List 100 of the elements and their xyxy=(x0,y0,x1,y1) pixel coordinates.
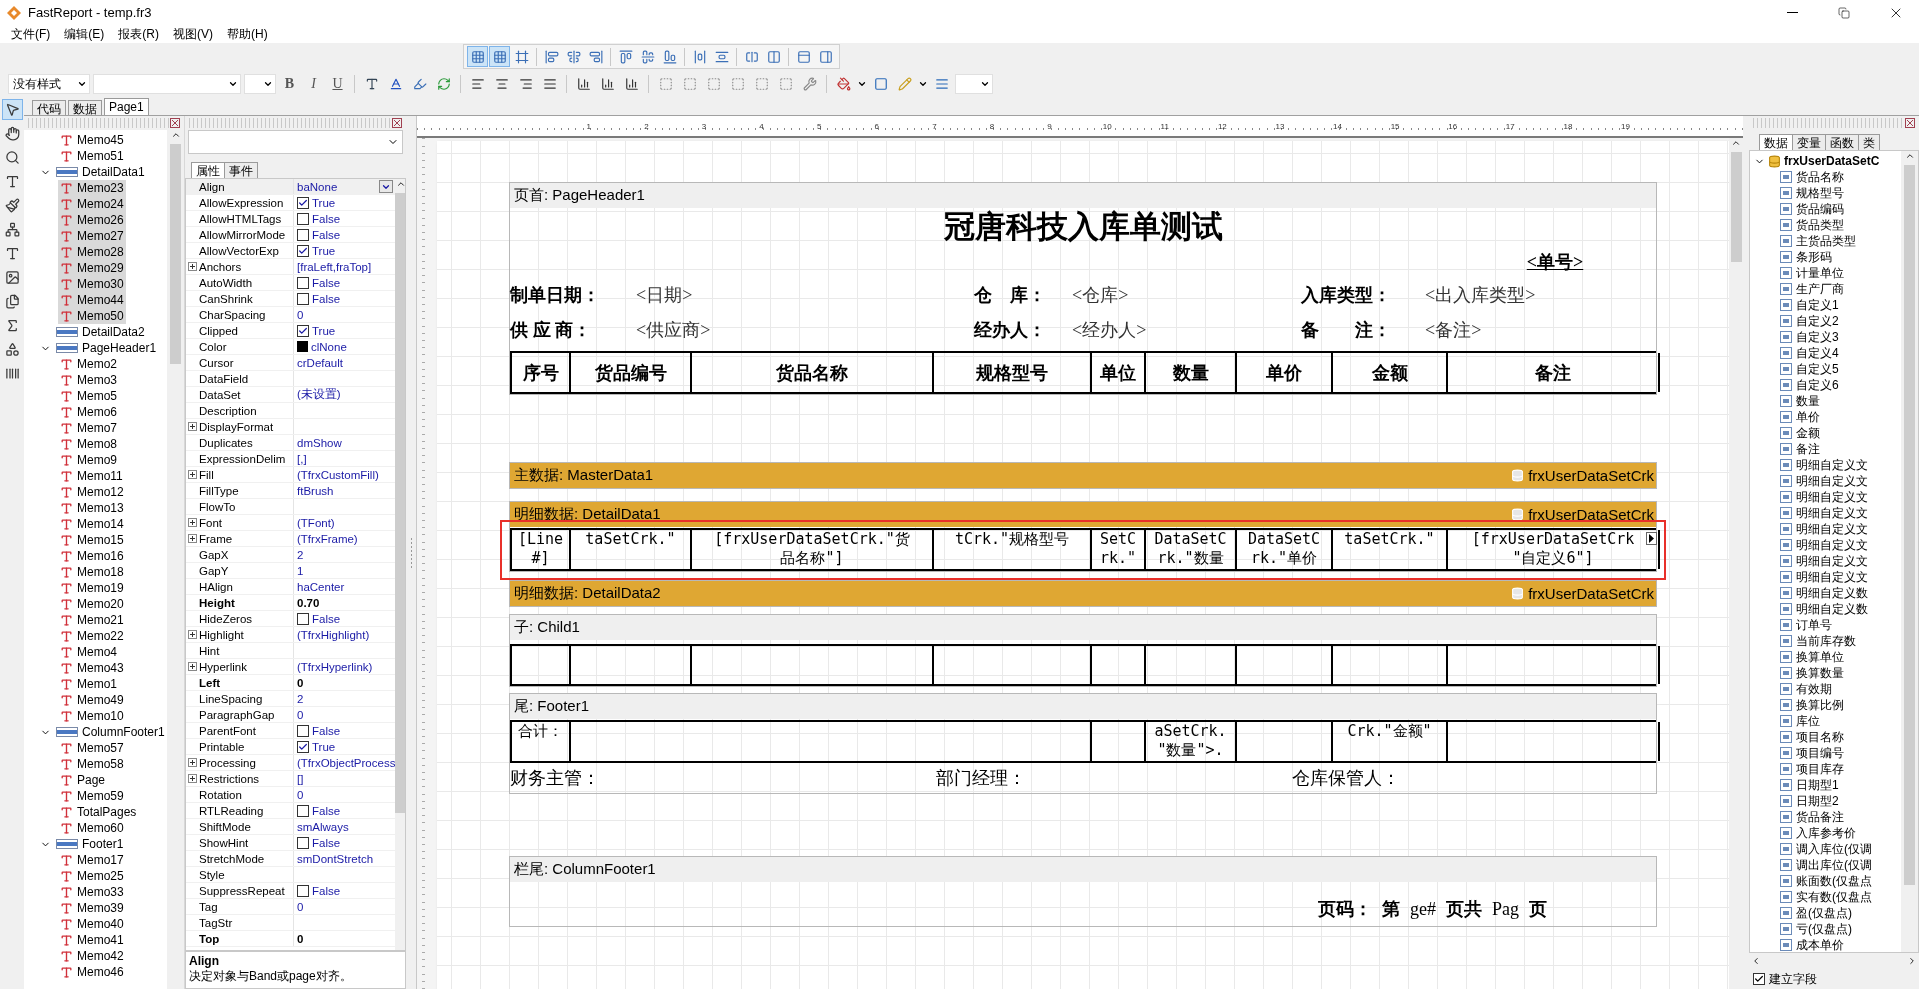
table-cell[interactable]: aSetCrk. "数量">. xyxy=(1146,722,1237,761)
expand-icon[interactable] xyxy=(188,534,197,543)
inspector-tab[interactable]: 属性 xyxy=(191,162,225,178)
tree-item[interactable]: PageHeader1 xyxy=(54,340,159,356)
expand-icon[interactable] xyxy=(188,518,197,527)
property-row[interactable]: Color clNone xyxy=(186,339,396,355)
field-item[interactable]: 明细自定义数 xyxy=(1750,585,1901,601)
field-item[interactable]: 项目库存 xyxy=(1750,761,1901,777)
field-item[interactable]: 明细自定义文 xyxy=(1750,521,1901,537)
tree-item[interactable]: Memo12 xyxy=(58,484,126,500)
property-row[interactable]: AutoWidth False xyxy=(186,275,396,291)
tree-item[interactable]: Memo1 xyxy=(58,676,119,692)
pointer-tool[interactable] xyxy=(1,99,23,120)
field-item[interactable]: 换算比例 xyxy=(1750,697,1901,713)
scrollbar-thumb[interactable] xyxy=(1730,152,1742,262)
field-item[interactable]: 入库参考价 xyxy=(1750,825,1901,841)
property-row[interactable]: Duplicates dmShow xyxy=(186,435,396,451)
scrollbar-thumb[interactable] xyxy=(395,193,405,813)
scrollbar[interactable] xyxy=(1901,151,1918,952)
field-item[interactable]: 自定义6 xyxy=(1750,377,1901,393)
field-item[interactable]: 条形码 xyxy=(1750,249,1901,265)
field-item[interactable]: 自定义2 xyxy=(1750,313,1901,329)
property-row[interactable]: Hyperlink (TfrxHyperlink) xyxy=(186,659,396,675)
tree-item[interactable]: Memo43 xyxy=(58,660,126,676)
tree-item[interactable]: Memo6 xyxy=(58,404,119,420)
field-item[interactable]: 自定义5 xyxy=(1750,361,1901,377)
field-item[interactable]: 调入库位(仅调 xyxy=(1750,841,1901,857)
field-item[interactable]: 货品备注 xyxy=(1750,809,1901,825)
style-dropdown[interactable]: 没有样式 xyxy=(8,74,90,94)
expand-icon[interactable] xyxy=(188,774,197,783)
band-header[interactable]: 尾: Footer1 xyxy=(510,694,1656,719)
property-row[interactable]: Restrictions [] xyxy=(186,771,396,787)
property-row[interactable]: FlowTo xyxy=(186,499,396,515)
field-item[interactable]: 单价 xyxy=(1750,409,1901,425)
property-row[interactable]: AllowVectorExp True xyxy=(186,243,396,259)
arrow-right-icon[interactable] xyxy=(1646,532,1657,545)
property-row[interactable]: GapX 2 xyxy=(186,547,396,563)
scrollbar[interactable] xyxy=(395,179,405,950)
checkbox[interactable] xyxy=(297,804,309,817)
band-header[interactable]: 子: Child1 xyxy=(510,615,1656,640)
band-header[interactable]: 明细数据: DetailData1 frxUserDataSetCrk xyxy=(510,502,1656,527)
format-button[interactable]: U xyxy=(327,73,348,95)
data-tab[interactable]: 数据 xyxy=(1759,134,1793,150)
scrollbar-thumb[interactable] xyxy=(1904,165,1915,885)
property-row[interactable]: ParagraphGap 0 xyxy=(186,707,396,723)
field-item[interactable]: 明细自定义文 xyxy=(1750,505,1901,521)
menu-item[interactable]: 报表(R) xyxy=(111,25,166,43)
tree-item[interactable]: Memo16 xyxy=(58,548,126,564)
property-row[interactable]: Align baNone xyxy=(186,179,396,195)
tree-item[interactable]: Memo40 xyxy=(58,916,126,932)
property-row[interactable]: ExpressionDelim [,] xyxy=(186,451,396,467)
tree-item[interactable]: Memo59 xyxy=(58,788,126,804)
tree-item[interactable]: Memo30 xyxy=(58,276,126,292)
scrollbar[interactable] xyxy=(167,130,184,989)
expand-icon[interactable] xyxy=(188,630,197,639)
property-row[interactable]: Hint xyxy=(186,643,396,659)
scrollbar[interactable] xyxy=(1729,138,1743,989)
close-icon[interactable] xyxy=(1905,118,1915,128)
property-row[interactable]: Cursor crDefault xyxy=(186,355,396,371)
tree-item[interactable]: Memo58 xyxy=(58,756,126,772)
menu-item[interactable]: 编辑(E) xyxy=(57,25,112,43)
property-row[interactable]: Style xyxy=(186,867,396,883)
property-row[interactable]: Left 0 xyxy=(186,675,396,691)
table-cell[interactable]: [frxUserDataSetCrk "自定义6"] xyxy=(1448,530,1660,569)
document-tab[interactable]: 数据 xyxy=(68,100,102,115)
property-row[interactable]: StretchMode smDontStretch xyxy=(186,851,396,867)
field-item[interactable]: 换算单位 xyxy=(1750,649,1901,665)
band-header[interactable]: 明细数据: DetailData2 frxUserDataSetCrk xyxy=(510,581,1656,606)
tree-item[interactable]: Memo33 xyxy=(58,884,126,900)
tree-item[interactable]: Memo57 xyxy=(58,740,126,756)
property-row[interactable]: ParentFont False xyxy=(186,723,396,739)
tree-item[interactable]: Memo50 xyxy=(58,308,126,324)
inspector-tab[interactable]: 事件 xyxy=(224,162,258,178)
property-row[interactable]: Printable True xyxy=(186,739,396,755)
tree-item[interactable]: Memo46 xyxy=(58,964,126,980)
table-cell[interactable]: [Line #] xyxy=(512,530,571,569)
property-row[interactable]: HAlign haCenter xyxy=(186,579,396,595)
grid-toggle-button[interactable] xyxy=(489,46,510,67)
property-row[interactable]: Clipped True xyxy=(186,323,396,339)
property-row[interactable]: TagStr xyxy=(186,915,396,931)
property-row[interactable]: DisplayFormat xyxy=(186,419,396,435)
checkbox[interactable] xyxy=(297,228,309,241)
tree-item[interactable]: Memo7 xyxy=(58,420,119,436)
band-header[interactable]: 页首: PageHeader1 xyxy=(510,183,1656,208)
field-item[interactable]: 明细自定义数 xyxy=(1750,601,1901,617)
tree-item[interactable]: Memo20 xyxy=(58,596,126,612)
property-row[interactable]: ShowHint False xyxy=(186,835,396,851)
tree-item[interactable]: DetailData2 xyxy=(54,324,147,340)
tree-item[interactable]: Memo10 xyxy=(58,708,126,724)
field-item[interactable]: 金额 xyxy=(1750,425,1901,441)
table-cell[interactable]: DataSetC rk."数量 xyxy=(1146,530,1237,569)
checkbox[interactable] xyxy=(1753,973,1765,985)
tree-item[interactable]: Memo27 xyxy=(58,228,126,244)
tree-item[interactable]: Memo28 xyxy=(58,244,126,260)
property-row[interactable]: Fill (TfrxCustomFill) xyxy=(186,467,396,483)
property-row[interactable]: Font (TFont) xyxy=(186,515,396,531)
format-button[interactable]: B xyxy=(279,73,300,95)
field-item[interactable]: 生产厂商 xyxy=(1750,281,1901,297)
field-item[interactable]: 库位 xyxy=(1750,713,1901,729)
document-tab[interactable]: Page1 xyxy=(104,98,149,115)
